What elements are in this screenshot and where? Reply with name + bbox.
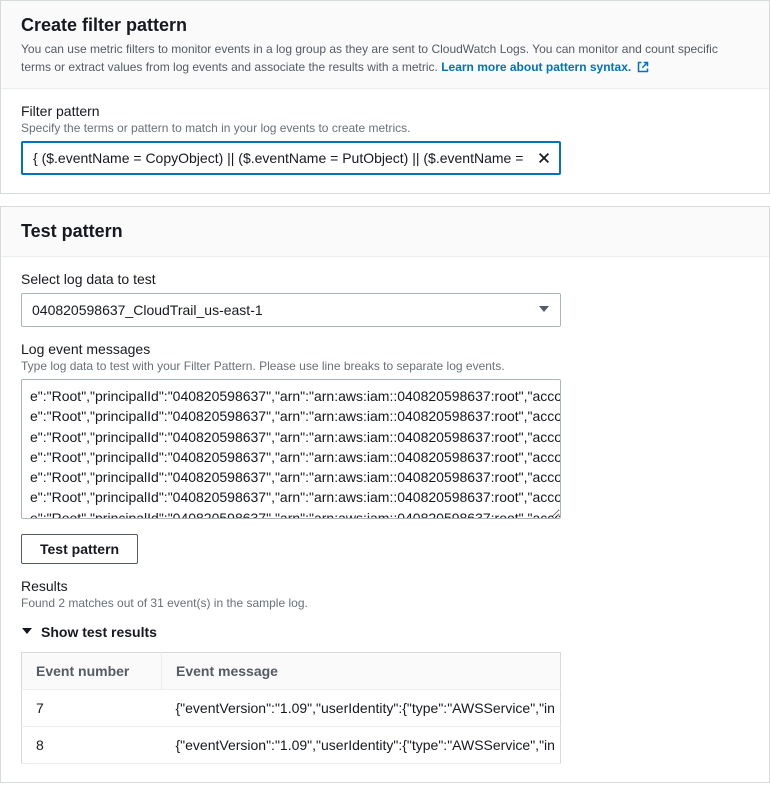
cell-event-message: {"eventVersion":"1.09","userIdentity":{"… bbox=[162, 690, 561, 727]
create-filter-pattern-header: Create filter pattern You can use metric… bbox=[1, 1, 769, 89]
test-pattern-button[interactable]: Test pattern bbox=[21, 534, 138, 564]
external-link-icon bbox=[637, 60, 649, 78]
test-pattern-body: Select log data to test 040820598637_Clo… bbox=[1, 257, 769, 782]
show-test-results-toggle[interactable]: Show test results bbox=[21, 624, 749, 640]
close-icon bbox=[537, 151, 551, 165]
caret-down-icon bbox=[21, 624, 33, 640]
column-event-message: Event message bbox=[162, 653, 561, 690]
show-test-results-label: Show test results bbox=[41, 624, 157, 640]
create-filter-pattern-title: Create filter pattern bbox=[21, 15, 749, 36]
cell-event-message: {"eventVersion":"1.09","userIdentity":{"… bbox=[162, 727, 561, 764]
filter-pattern-input-wrap bbox=[21, 141, 561, 175]
create-filter-pattern-body: Filter pattern Specify the terms or patt… bbox=[1, 89, 769, 193]
results-summary: Found 2 matches out of 31 event(s) in th… bbox=[21, 596, 749, 610]
create-filter-pattern-panel: Create filter pattern You can use metric… bbox=[0, 0, 770, 194]
select-log-label: Select log data to test bbox=[21, 271, 749, 287]
table-header-row: Event number Event message bbox=[22, 653, 561, 690]
test-pattern-panel: Test pattern Select log data to test 040… bbox=[0, 206, 770, 783]
caret-down-icon bbox=[538, 302, 550, 318]
test-pattern-title: Test pattern bbox=[21, 221, 749, 242]
filter-pattern-hint: Specify the terms or pattern to match in… bbox=[21, 121, 749, 135]
select-log-dropdown[interactable]: 040820598637_CloudTrail_us-east-1 bbox=[21, 293, 561, 327]
create-filter-pattern-description: You can use metric filters to monitor ev… bbox=[21, 40, 749, 78]
results-table: Event number Event message 7 {"eventVers… bbox=[21, 652, 561, 764]
filter-pattern-input[interactable] bbox=[21, 141, 561, 175]
column-event-number: Event number bbox=[22, 653, 162, 690]
log-messages-textarea[interactable] bbox=[21, 379, 561, 519]
filter-pattern-label: Filter pattern bbox=[21, 103, 749, 119]
test-pattern-header: Test pattern bbox=[1, 207, 769, 257]
results-label: Results bbox=[21, 578, 749, 594]
clear-input-button[interactable] bbox=[535, 149, 553, 167]
cell-event-number: 8 bbox=[22, 727, 162, 764]
learn-more-link[interactable]: Learn more about pattern syntax. bbox=[441, 60, 648, 74]
table-row: 7 {"eventVersion":"1.09","userIdentity":… bbox=[22, 690, 561, 727]
cell-event-number: 7 bbox=[22, 690, 162, 727]
log-messages-label: Log event messages bbox=[21, 341, 749, 357]
table-row: 8 {"eventVersion":"1.09","userIdentity":… bbox=[22, 727, 561, 764]
learn-more-text: Learn more about pattern syntax. bbox=[441, 60, 631, 74]
log-messages-hint: Type log data to test with your Filter P… bbox=[21, 359, 749, 373]
select-log-value: 040820598637_CloudTrail_us-east-1 bbox=[32, 302, 263, 318]
